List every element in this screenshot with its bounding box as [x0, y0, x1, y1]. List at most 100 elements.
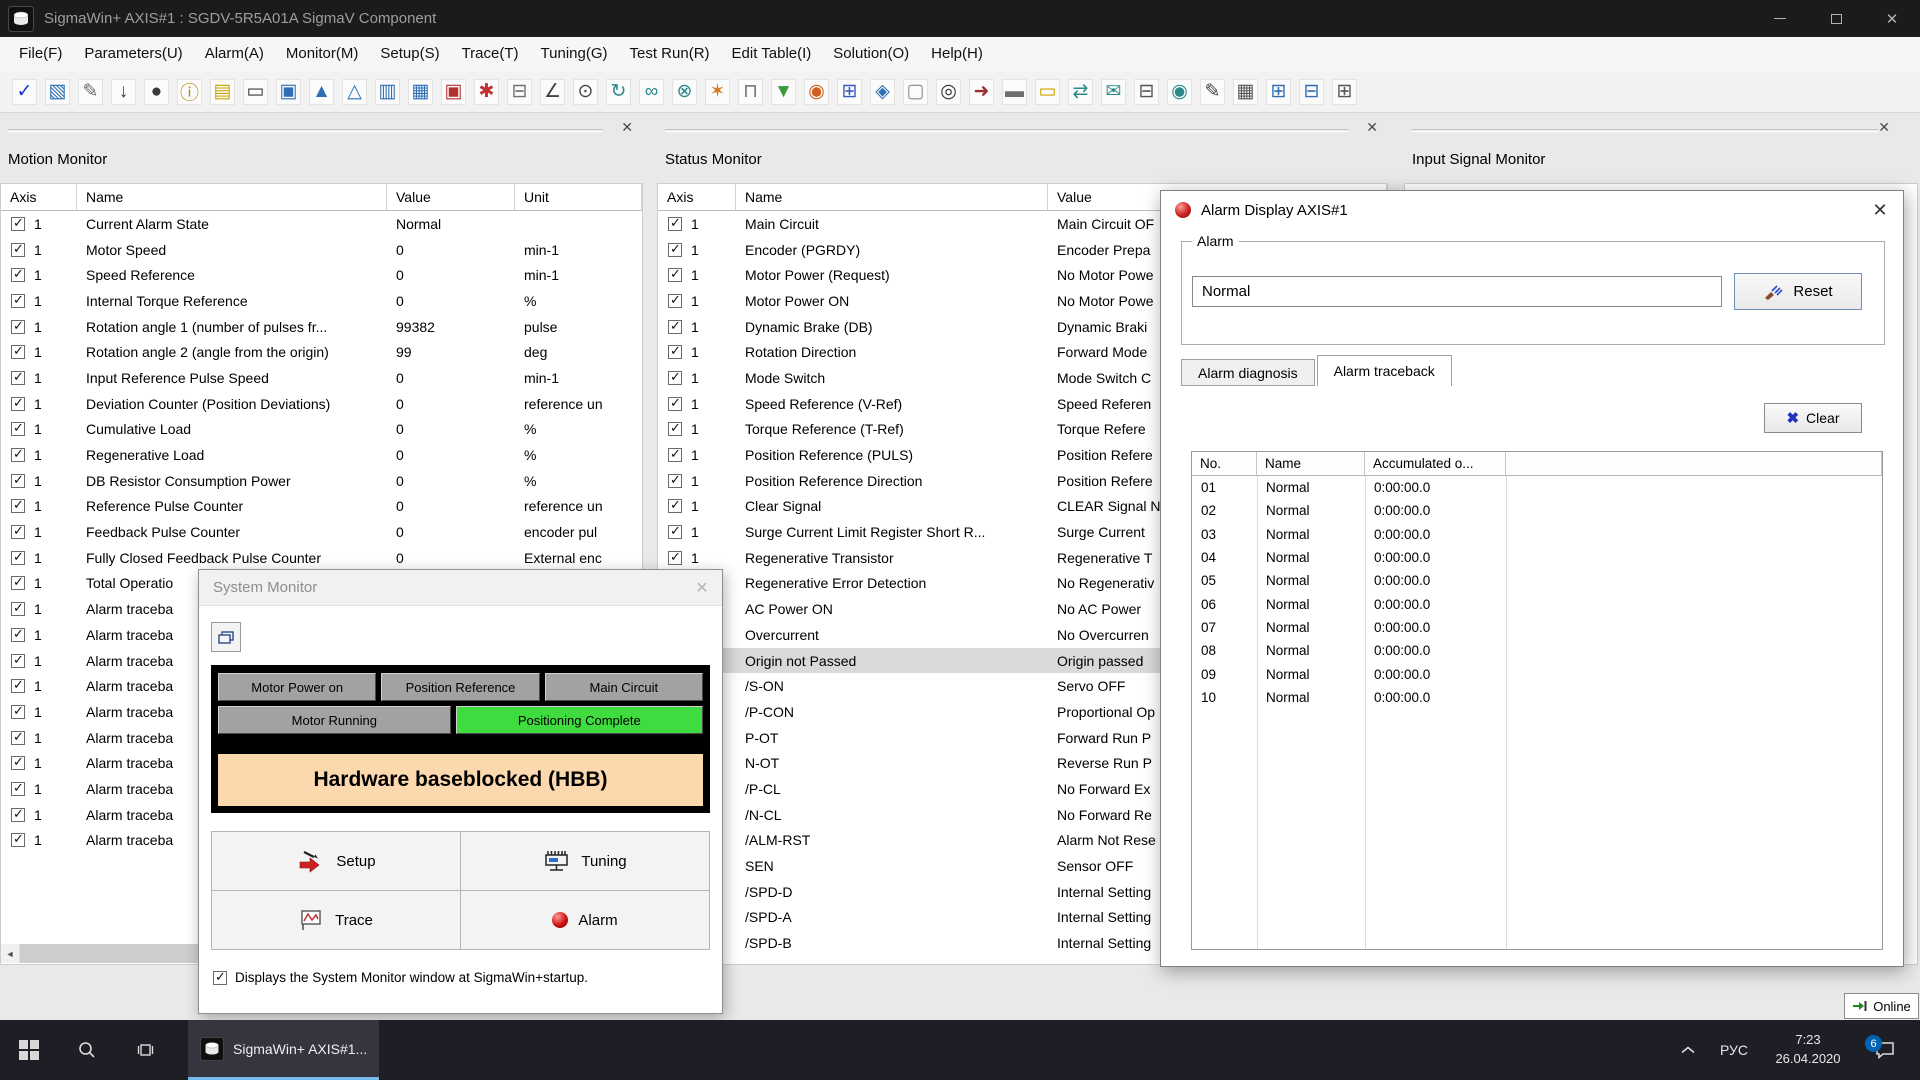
language-indicator[interactable]: РУС — [1708, 1042, 1760, 1058]
frame-icon[interactable]: ▢ — [903, 79, 928, 105]
monitor-row[interactable]: 1 Feedback Pulse Counter 0 encoder pul — [1, 519, 642, 545]
checkbox-checked[interactable] — [11, 422, 25, 436]
filter-icon[interactable]: ▼ — [771, 79, 796, 105]
checkbox-checked[interactable] — [11, 294, 25, 308]
checkbox-checked[interactable] — [668, 422, 682, 436]
record-icon[interactable]: ● — [144, 79, 169, 105]
alarm-window-titlebar[interactable]: Alarm Display AXIS#1 ✕ — [1161, 191, 1903, 229]
col-axis[interactable]: Axis — [1, 184, 77, 211]
traceback-row[interactable]: 06 Normal 0:00:00.0 — [1192, 592, 1882, 615]
link-icon[interactable]: ∞ — [639, 79, 664, 105]
monitor-row[interactable]: 1 Speed Reference 0 min-1 — [1, 262, 642, 288]
traceback-row[interactable]: 09 Normal 0:00:00.0 — [1192, 662, 1882, 685]
monitor-row[interactable]: 1 Fully Closed Feedback Pulse Counter 0 … — [1, 545, 642, 571]
monitor-row[interactable]: 1 DB Resistor Consumption Power 0 % — [1, 468, 642, 494]
clear-button[interactable]: ✖ Clear — [1764, 403, 1862, 433]
menu-item[interactable]: Help(H) — [920, 37, 994, 71]
checkbox-checked[interactable] — [11, 731, 25, 745]
checkbox-checked[interactable] — [11, 602, 25, 616]
menu-item[interactable]: Edit Table(I) — [721, 37, 823, 71]
traceback-row[interactable]: 07 Normal 0:00:00.0 — [1192, 616, 1882, 639]
checkbox-checked[interactable] — [668, 525, 682, 539]
col-value[interactable]: Value — [387, 184, 515, 211]
checkbox-checked[interactable] — [11, 397, 25, 411]
monitor-row[interactable]: 1 Cumulative Load 0 % — [1, 417, 642, 443]
task-view-button[interactable] — [116, 1020, 174, 1080]
meter-icon[interactable]: ▭ — [1035, 79, 1060, 105]
taskbar-app-sigmawin[interactable]: SigmaWin+ AXIS#1... — [188, 1020, 379, 1080]
timer-icon[interactable]: ⊙ — [573, 79, 598, 105]
monitor-row[interactable]: 1 Motor Speed 0 min-1 — [1, 237, 642, 263]
monitor-row[interactable]: 1 Rotation angle 1 (number of pulses fr.… — [1, 314, 642, 340]
col-accumulated[interactable]: Accumulated o... — [1365, 452, 1506, 476]
edit-gray-icon[interactable]: ✎ — [78, 79, 103, 105]
ip-config-icon[interactable]: ✱ — [474, 79, 499, 105]
verify-icon[interactable]: ✓ — [12, 79, 37, 105]
maximize-button[interactable] — [1808, 0, 1864, 37]
stripe-panel-icon[interactable]: ▤ — [210, 79, 235, 105]
minimize-button[interactable] — [1752, 0, 1808, 37]
notification-center-button[interactable]: 6 — [1856, 1020, 1914, 1080]
checkbox-checked[interactable] — [11, 474, 25, 488]
gem-icon[interactable]: ◈ — [870, 79, 895, 105]
menu-item[interactable]: Monitor(M) — [275, 37, 370, 71]
checkbox-checked[interactable] — [11, 705, 25, 719]
alarm-state-field[interactable]: Normal — [1192, 276, 1722, 307]
startup-checkbox-checked[interactable] — [213, 971, 227, 985]
panel-grip[interactable] — [665, 129, 1348, 132]
menu-item[interactable]: Tuning(G) — [530, 37, 619, 71]
menu-item[interactable]: Setup(S) — [369, 37, 450, 71]
traceback-row[interactable]: 04 Normal 0:00:00.0 — [1192, 546, 1882, 569]
checkbox-checked[interactable] — [11, 448, 25, 462]
col-name[interactable]: Name — [1257, 452, 1365, 476]
col-name[interactable]: Name — [736, 184, 1048, 211]
checkbox-checked[interactable] — [11, 808, 25, 822]
col-no[interactable]: No. — [1192, 452, 1257, 476]
tuning-button[interactable]: Tuning — [461, 832, 709, 890]
monitor-row[interactable]: 1 Regenerative Load 0 % — [1, 442, 642, 468]
checkbox-checked[interactable] — [668, 551, 682, 565]
swap-icon[interactable]: ⇄ — [1068, 79, 1093, 105]
reset-button[interactable]: Reset — [1734, 273, 1862, 310]
table4-icon[interactable]: ⊞ — [1332, 79, 1357, 105]
close-icon[interactable]: ✕ — [1857, 200, 1903, 221]
traceback-row[interactable]: 10 Normal 0:00:00.0 — [1192, 686, 1882, 709]
checkbox-checked[interactable] — [11, 525, 25, 539]
col-unit[interactable]: Unit — [515, 184, 642, 211]
traceback-row[interactable]: 08 Normal 0:00:00.0 — [1192, 639, 1882, 662]
checkbox-checked[interactable] — [11, 345, 25, 359]
monitor-columns-icon[interactable]: ▥ — [375, 79, 400, 105]
checkbox-checked[interactable] — [11, 551, 25, 565]
traceback-row[interactable]: 02 Normal 0:00:00.0 — [1192, 499, 1882, 522]
monitor-row[interactable]: 1 Input Reference Pulse Speed 0 min-1 — [1, 365, 642, 391]
checkbox-checked[interactable] — [11, 371, 25, 385]
tab-alarm-traceback[interactable]: Alarm traceback — [1317, 355, 1452, 386]
print-preview-icon[interactable]: ⊟ — [1134, 79, 1159, 105]
menu-item[interactable]: File(F) — [8, 37, 73, 71]
monitor-row[interactable]: 1 Internal Torque Reference 0 % — [1, 288, 642, 314]
col-axis[interactable]: Axis — [658, 184, 736, 211]
checkbox-checked[interactable] — [11, 628, 25, 642]
checkbox-checked[interactable] — [11, 499, 25, 513]
mail-icon[interactable]: ✉ — [1101, 79, 1126, 105]
traceback-row[interactable]: 03 Normal 0:00:00.0 — [1192, 523, 1882, 546]
checkbox-checked[interactable] — [668, 345, 682, 359]
monitor-icon[interactable]: ▣ — [276, 79, 301, 105]
checkbox-checked[interactable] — [11, 756, 25, 770]
hidden-icons-button[interactable] — [1668, 1020, 1708, 1080]
monitor-grid-icon[interactable]: ▦ — [408, 79, 433, 105]
scroll-left-icon[interactable]: ◄ — [1, 944, 20, 963]
link2-icon[interactable]: ⊗ — [672, 79, 697, 105]
printer-icon[interactable]: ⊟ — [507, 79, 532, 105]
col-name[interactable]: Name — [77, 184, 387, 211]
monitor-alert-icon[interactable]: ▣ — [441, 79, 466, 105]
checkbox-checked[interactable] — [668, 474, 682, 488]
table3-icon[interactable]: ⊟ — [1299, 79, 1324, 105]
checkbox-checked[interactable] — [668, 320, 682, 334]
monitor-row[interactable]: 1 Rotation angle 2 (angle from the origi… — [1, 339, 642, 365]
setup-button[interactable]: Setup — [212, 832, 460, 890]
test-run-icon[interactable]: ◉ — [804, 79, 829, 105]
close-panel-icon[interactable]: ✕ — [1366, 119, 1378, 136]
burst-icon[interactable]: ✶ — [705, 79, 730, 105]
close-icon[interactable]: ✕ — [682, 578, 722, 598]
